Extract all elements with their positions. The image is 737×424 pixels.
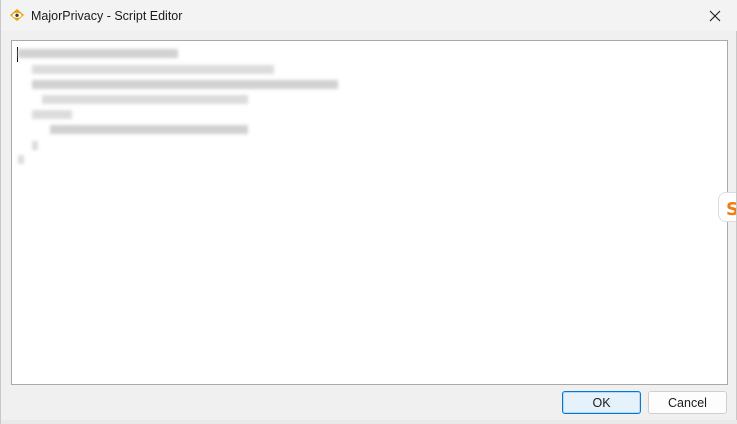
svg-text:S: S xyxy=(726,199,736,220)
orange-s-badge-icon: S xyxy=(726,199,736,220)
redacted-line xyxy=(32,65,274,74)
app-icon xyxy=(9,7,25,23)
redacted-line xyxy=(32,110,72,119)
close-button[interactable] xyxy=(692,0,737,31)
bottom-edge xyxy=(1,420,737,424)
redacted-line xyxy=(18,49,178,58)
script-text-area[interactable] xyxy=(11,40,728,385)
side-tab-widget[interactable]: S xyxy=(718,192,736,222)
script-editor-window: MajorPrivacy - Script Editor OK Cancel S xyxy=(0,0,737,424)
ok-button[interactable]: OK xyxy=(562,391,641,414)
redacted-line xyxy=(42,95,248,104)
cancel-button[interactable]: Cancel xyxy=(648,391,727,414)
redacted-line xyxy=(18,155,24,164)
title-bar[interactable]: MajorPrivacy - Script Editor xyxy=(1,0,737,31)
redacted-line xyxy=(32,141,38,150)
window-title: MajorPrivacy - Script Editor xyxy=(31,9,183,23)
redacted-line xyxy=(32,80,338,89)
redacted-line xyxy=(50,125,248,134)
close-icon xyxy=(709,10,721,21)
